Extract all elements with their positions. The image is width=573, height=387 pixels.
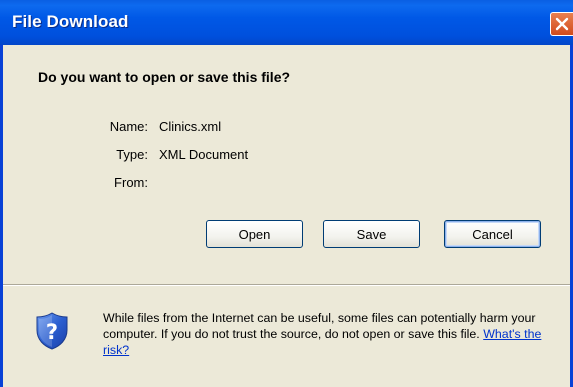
open-button[interactable]: Open	[206, 220, 303, 248]
save-button[interactable]: Save	[323, 220, 420, 248]
svg-text:?: ?	[46, 320, 58, 344]
close-button[interactable]	[550, 12, 573, 36]
dialog-question: Do you want to open or save this file?	[38, 69, 291, 85]
security-shield-question-icon: ?	[36, 312, 68, 350]
separator	[3, 284, 570, 286]
type-value: XML Document	[159, 147, 249, 162]
window-title: File Download	[12, 12, 129, 31]
security-warning: While files from the Internet can be use…	[103, 310, 558, 358]
warning-text: While files from the Internet can be use…	[103, 311, 536, 341]
title-bar[interactable]: File Download	[0, 0, 573, 45]
close-icon	[555, 17, 569, 31]
window-border-left	[0, 45, 3, 387]
cancel-button[interactable]: Cancel	[444, 220, 541, 248]
name-value: Clinics.xml	[159, 119, 222, 134]
from-label: From:	[114, 175, 148, 190]
name-label: Name:	[109, 119, 148, 134]
type-label: Type:	[116, 147, 148, 162]
